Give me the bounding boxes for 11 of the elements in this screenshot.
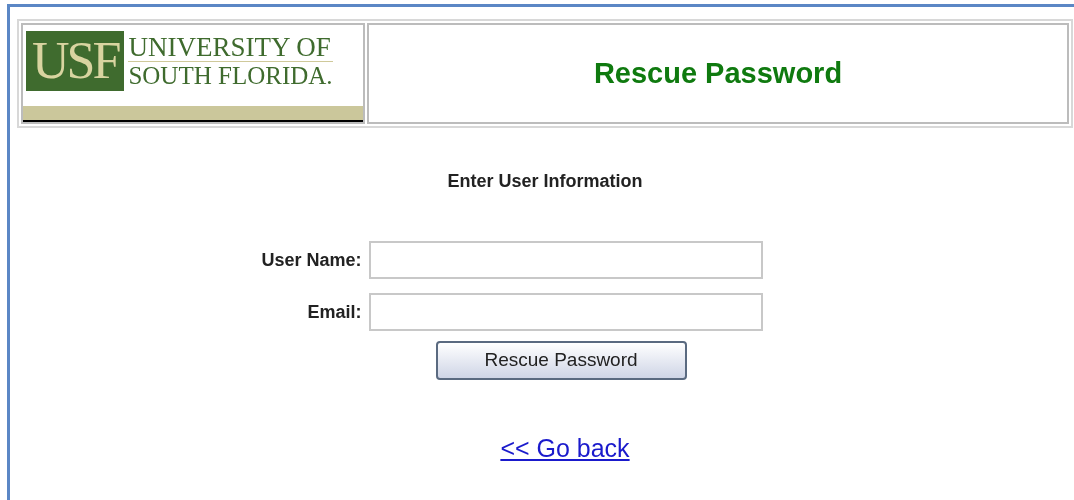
logo-wordmark-line: UNIVERSITY OF: [128, 32, 333, 62]
field-label: Email:: [306, 300, 363, 324]
page-title: Rescue Password: [593, 55, 843, 91]
logo-wordmark-line: SOUTH FLORIDA.: [128, 61, 333, 90]
input-field[interactable]: [368, 241, 763, 279]
input-field[interactable]: [368, 293, 763, 331]
form-heading: Enter User Information: [447, 170, 643, 193]
go-back-link[interactable]: << Go back: [500, 430, 630, 468]
logo-mark: USF: [26, 31, 125, 91]
field-label: User Name:: [260, 248, 363, 272]
rescue-password-button[interactable]: Rescue Password: [435, 341, 687, 380]
